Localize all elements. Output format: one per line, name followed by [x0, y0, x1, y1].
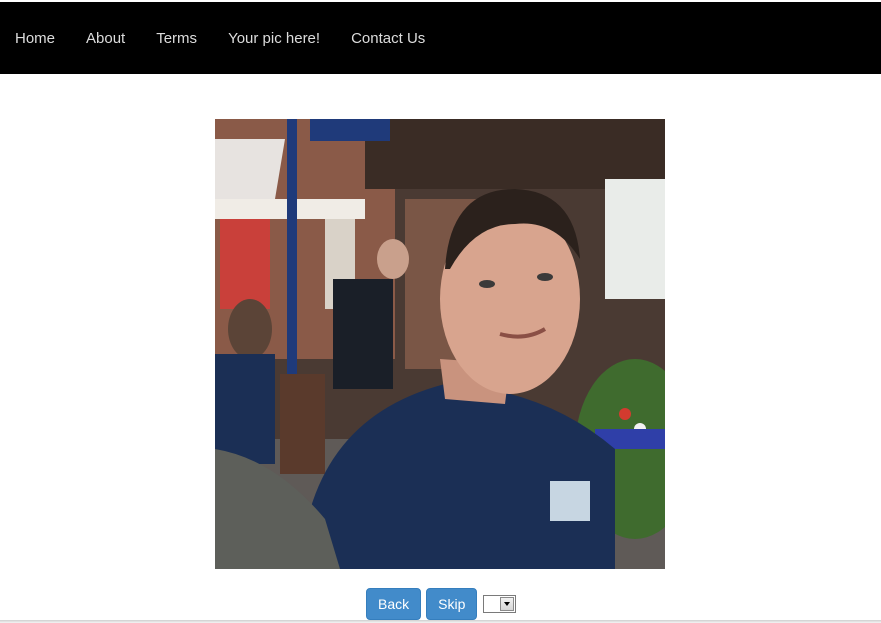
photo-illustration [215, 119, 665, 569]
nav-your-pic-here[interactable]: Your pic here! [212, 30, 335, 47]
trash-can [280, 374, 325, 474]
bystander-shirt [215, 354, 275, 464]
chevron-down-icon[interactable] [500, 597, 515, 611]
nav-home[interactable]: Home [0, 30, 70, 47]
storefront-roof [215, 139, 285, 199]
subject-eye [479, 280, 495, 288]
nav-terms[interactable]: Terms [140, 30, 212, 47]
awning [365, 119, 665, 189]
bystander-head [377, 239, 409, 279]
subject-eye [537, 273, 553, 281]
shirt-logo [550, 481, 590, 521]
navbar: Home About Terms Your pic here! Contact … [0, 2, 881, 74]
nav-contact-us[interactable]: Contact Us [335, 30, 440, 47]
shop-window [220, 219, 270, 309]
bystander-shirt [333, 279, 393, 389]
options-select[interactable] [483, 595, 517, 613]
bystander-hair [228, 299, 272, 359]
flower [619, 408, 631, 420]
back-button[interactable]: Back [366, 588, 422, 620]
photo-controls: Back Skip [366, 588, 517, 620]
sky-patch [605, 179, 665, 299]
selfie-photo [215, 119, 665, 569]
street-sign [310, 119, 390, 141]
skip-button[interactable]: Skip [426, 588, 478, 620]
nav-about[interactable]: About [70, 30, 140, 47]
